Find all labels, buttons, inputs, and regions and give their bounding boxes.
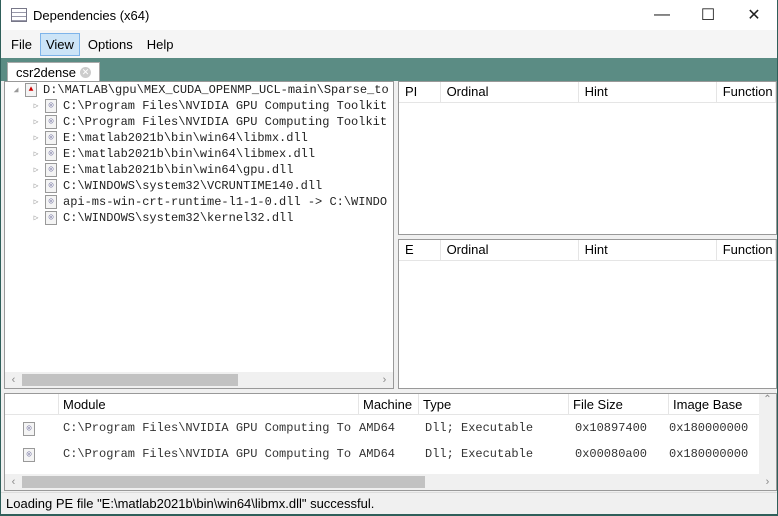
tree-item-label: E:\matlab2021b\bin\win64\gpu.dll [63,163,294,177]
dll-icon: ◎ [23,422,35,436]
table-row[interactable]: ◎ C:\Program Files\NVIDIA GPU Computing T… [5,441,776,467]
scroll-thumb[interactable] [22,374,238,386]
modules-list[interactable]: Module Machine Type File Size Image Base… [4,393,777,491]
imports-table[interactable]: PI Ordinal Hint Function [398,81,777,235]
expand-icon[interactable]: ▷ [31,165,41,175]
table-row[interactable]: ◎ C:\Program Files\NVIDIA GPU Computing T… [5,415,776,441]
tree-item[interactable]: ▷ ◎ C:\Program Files\NVIDIA GPU Computing … [5,114,393,130]
cell-image-base: 0x180000000 [669,447,749,461]
scroll-right-icon[interactable]: › [759,476,776,488]
column-header-hint[interactable]: Hint [579,240,717,260]
tree-item[interactable]: ▷ ◎ C:\Program Files\NVIDIA GPU Computing … [5,98,393,114]
tree-item-label: C:\Program Files\NVIDIA GPU Computing To… [63,99,388,113]
menu-view[interactable]: View [39,32,80,56]
cell-module: C:\Program Files\NVIDIA GPU Computing To [63,421,352,435]
menu-help[interactable]: Help [141,33,180,56]
tree-item[interactable]: ▷ ◎ C:\WINDOWS\system32\VCRUNTIME140.dll [5,178,393,194]
tab-label: csr2dense [16,64,76,80]
tree-item-label: C:\WINDOWS\system32\kernel32.dll [63,211,294,225]
expand-icon[interactable]: ▷ [31,101,41,111]
scroll-right-icon[interactable]: › [376,374,393,386]
scroll-left-icon[interactable]: ‹ [5,374,22,386]
maximize-button[interactable]: ☐ [685,0,731,30]
column-header-machine[interactable]: Machine [359,394,419,415]
menu-file[interactable]: File [5,33,38,56]
tree-item-label: E:\matlab2021b\bin\win64\libmex.dll [63,147,316,161]
expand-icon[interactable]: ▷ [31,197,41,207]
cell-type: Dll; Executable [425,421,534,435]
column-header-pi[interactable]: PI [399,82,441,102]
module-icon: ▲ [25,83,37,97]
dll-icon: ◎ [45,115,57,129]
tree-item-label: C:\Program Files\NVIDIA GPU Computing To… [63,115,388,129]
tree-item-label: api-ms-win-crt-runtime-l1-1-0.dll -> C:\… [63,195,388,209]
expand-icon[interactable]: ▷ [31,213,41,223]
column-header-file-size[interactable]: File Size [569,394,669,415]
list-vertical-scrollbar[interactable]: ⌃ [759,394,776,474]
expand-icon[interactable]: ▷ [31,117,41,127]
tree-item-label: E:\matlab2021b\bin\win64\libmx.dll [63,131,308,145]
column-header-function[interactable]: Function [717,240,776,260]
dll-icon: ◎ [45,99,57,113]
tree-item[interactable]: ▷ ◎ E:\matlab2021b\bin\win64\libmx.dll [5,130,393,146]
close-button[interactable]: ✕ [731,0,777,30]
app-icon [11,8,27,22]
cell-type: Dll; Executable [425,447,534,461]
column-header-e[interactable]: E [399,240,441,260]
dll-icon: ◎ [45,211,57,225]
cell-machine: AMD64 [359,421,396,435]
minimize-button[interactable]: — [639,0,685,30]
cell-file-size: 0x10897400 [575,421,648,435]
tab-csr2dense[interactable]: csr2dense ✕ [7,62,100,81]
exports-table[interactable]: E Ordinal Hint Function [398,239,777,389]
collapse-icon[interactable]: ◢ [11,85,21,95]
cell-image-base: 0x180000000 [669,421,749,435]
cell-module: C:\Program Files\NVIDIA GPU Computing To [63,447,352,461]
tree-root[interactable]: ◢ ▲ D:\MATLAB\gpu\MEX_CUDA_OPENMP_UCL-ma… [5,82,393,98]
column-header-image-base[interactable]: Image Base [669,394,761,415]
column-header-type[interactable]: Type [419,394,569,415]
list-horizontal-scrollbar[interactable]: ‹ › [5,474,776,490]
tree-item[interactable]: ▷ ◎ E:\matlab2021b\bin\win64\gpu.dll [5,162,393,178]
tab-close-icon[interactable]: ✕ [79,66,91,78]
dll-icon: ◎ [45,163,57,177]
menu-options[interactable]: Options [82,33,139,56]
dll-icon: ◎ [45,179,57,193]
column-header-ordinal[interactable]: Ordinal [441,82,579,102]
tree-horizontal-scrollbar[interactable]: ‹ › [5,372,393,388]
expand-icon[interactable]: ▷ [31,181,41,191]
tree-item-label: C:\WINDOWS\system32\VCRUNTIME140.dll [63,179,323,193]
cell-machine: AMD64 [359,447,396,461]
scroll-thumb[interactable] [22,476,425,488]
expand-icon[interactable]: ▷ [31,133,41,143]
module-tree[interactable]: ◢ ▲ D:\MATLAB\gpu\MEX_CUDA_OPENMP_UCL-ma… [4,81,394,389]
column-header-icon[interactable] [5,394,59,415]
tab-strip: csr2dense ✕ [1,58,777,81]
window-title: Dependencies (x64) [33,7,150,23]
dll-icon: ◎ [45,147,57,161]
column-header-function[interactable]: Function [717,82,776,102]
column-header-hint[interactable]: Hint [579,82,717,102]
status-bar: Loading PE file "E:\matlab2021b\bin\win6… [1,492,777,514]
tree-item-label: D:\MATLAB\gpu\MEX_CUDA_OPENMP_UCL-main\S… [43,83,389,97]
app-window: Dependencies (x64) — ☐ ✕ File View Optio… [1,0,777,514]
dll-icon: ◎ [23,448,35,462]
expand-icon[interactable]: ▷ [31,149,41,159]
column-header-ordinal[interactable]: Ordinal [441,240,579,260]
column-header-module[interactable]: Module [59,394,359,415]
tree-item[interactable]: ▷ ◎ api-ms-win-crt-runtime-l1-1-0.dll -> C… [5,194,393,210]
scroll-left-icon[interactable]: ‹ [5,476,22,488]
cell-file-size: 0x00080a00 [575,447,648,461]
tree-item[interactable]: ▷ ◎ E:\matlab2021b\bin\win64\libmex.dll [5,146,393,162]
menu-bar: File View Options Help [1,30,777,58]
dll-icon: ◎ [45,195,57,209]
dll-icon: ◎ [45,131,57,145]
title-bar: Dependencies (x64) — ☐ ✕ [1,0,777,30]
tree-item[interactable]: ▷ ◎ C:\WINDOWS\system32\kernel32.dll [5,210,393,226]
